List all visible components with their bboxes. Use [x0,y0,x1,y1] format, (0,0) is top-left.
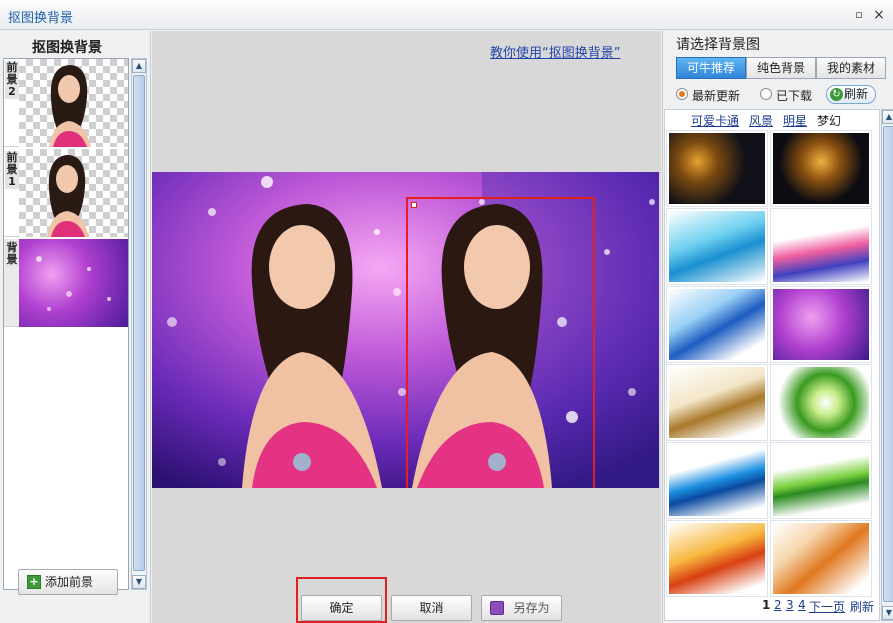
add-image-icon: + [27,575,41,589]
thumbnail[interactable] [770,520,872,597]
title-bar: 抠图换背景 ▫ × [0,0,893,30]
add-foreground-button[interactable]: + 添加前景 [18,569,118,595]
filter-downloaded[interactable]: 已下载 [760,87,812,104]
add-foreground-label: 添加前景 [45,575,94,589]
cancel-button[interactable]: 取消 [391,595,472,621]
thumbnail[interactable] [770,442,872,519]
confirm-button[interactable]: 确定 [301,595,382,621]
save-icon [490,601,504,615]
layer-thumbnail [19,239,128,327]
thumbnail[interactable] [666,286,768,363]
ribbon-image [773,445,869,516]
layer-label: 前景1 [5,151,19,189]
thumbnail[interactable] [770,130,872,207]
close-icon[interactable]: × [872,8,886,22]
thumbnail[interactable] [666,442,768,519]
tab-recommended[interactable]: 可牛推荐 [676,57,746,79]
silk-image [669,367,765,438]
scroll-down-icon[interactable]: ▼ [882,606,893,620]
scroll-thumb[interactable] [883,126,893,602]
background-picker: 请选择背景图 可牛推荐 纯色背景 我的素材 最新更新 已下载 ↻ 刷新 可爱卡通… [662,31,893,623]
thumbnail[interactable] [770,364,872,441]
selection-handle[interactable] [411,202,417,208]
bokeh-image [773,133,869,204]
layers-scrollbar[interactable]: ▲ ▼ [131,58,147,590]
thumbnail[interactable] [666,364,768,441]
silk-image [773,523,869,594]
thumbnail[interactable] [770,208,872,285]
layer-background[interactable]: 背景 [4,239,128,327]
page-3[interactable]: 3 [786,598,794,612]
editor-area: 教你使用“抠图换背景” 确定 取消 另存为 [152,31,661,623]
category-fantasy[interactable]: 梦幻 [817,112,841,129]
scroll-up-icon[interactable]: ▲ [882,110,893,124]
composite-canvas[interactable] [152,172,659,488]
save-as-button[interactable]: 另存为 [481,595,562,621]
tab-my-materials[interactable]: 我的素材 [816,57,886,79]
layer-label: 前景2 [5,61,19,99]
swirl-image [669,289,765,360]
pager-refresh-link[interactable]: 刷新 [850,598,874,615]
scroll-up-icon[interactable]: ▲ [132,59,146,73]
bokeh-image [669,133,765,204]
filter-latest[interactable]: 最新更新 [676,87,740,104]
refresh-label: 刷新 [844,87,869,101]
category-scenery[interactable]: 风景 [749,112,773,129]
tab-solid-color[interactable]: 纯色背景 [746,57,816,79]
scroll-down-icon[interactable]: ▼ [132,575,146,589]
purple-image [773,289,869,360]
layer-thumbnail [19,59,128,147]
page-4[interactable]: 4 [798,598,806,612]
thumbnail-panel: 可爱卡通 风景 明星 梦幻 [664,109,880,621]
layers-heading: 抠图换背景 [32,40,102,56]
layer-list: 前景2 前景1 背景 [3,58,129,590]
bokeh-dots [36,256,111,311]
category-cartoon[interactable]: 可爱卡通 [691,112,739,129]
radio-icon [760,88,772,100]
wave-image [773,211,869,282]
filter-latest-label: 最新更新 [692,89,741,103]
filter-downloaded-label: 已下载 [776,89,813,103]
help-link[interactable]: 教你使用“抠图换背景” [490,42,620,61]
save-as-label: 另存为 [513,601,550,615]
picker-heading: 请选择背景图 [676,37,760,53]
layer-foreground-2[interactable]: 前景2 [4,59,128,147]
scroll-thumb[interactable] [133,75,145,571]
thumbnail[interactable] [666,208,768,285]
wave-image [669,211,765,282]
thumbnail[interactable] [666,130,768,207]
layer-thumbnail [19,149,128,237]
thumbnail[interactable] [666,520,768,597]
portrait-cutout [49,65,91,147]
portrait-cutout [47,155,89,237]
layer-label: 背景 [5,241,19,267]
layer-foreground-1[interactable]: 前景1 [4,149,128,237]
selection-box[interactable] [406,197,595,488]
refresh-button[interactable]: ↻ 刷新 [826,85,876,104]
window-title: 抠图换背景 [8,11,74,26]
restore-icon[interactable]: ▫ [852,8,866,22]
next-page-link[interactable]: 下一页 [809,598,845,615]
layers-panel: 抠图换背景 前景2 前景1 背 景 ▲ ▼ + 添加前景 [0,31,151,623]
refresh-icon: ↻ [830,88,843,101]
thumbnail[interactable] [770,286,872,363]
page-2[interactable]: 2 [774,598,782,612]
picker-scrollbar[interactable]: ▲ ▼ [881,109,893,621]
ribbon-image [669,445,765,516]
page-1[interactable]: 1 [762,598,770,612]
flame-image [669,523,765,594]
orb-image [773,367,869,438]
radio-selected-icon [676,88,688,100]
category-stars[interactable]: 明星 [783,112,807,129]
